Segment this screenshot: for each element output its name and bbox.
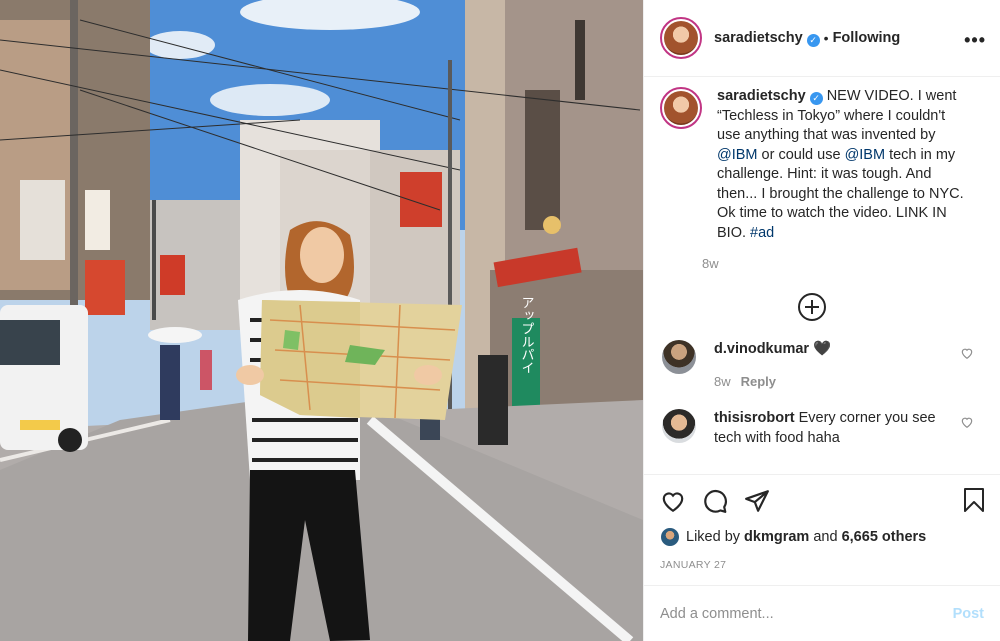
mention-link[interactable]: @IBM — [845, 147, 886, 163]
commenter-username[interactable]: d.vinodkumar — [714, 341, 809, 357]
username-text[interactable]: saradietschy — [714, 30, 803, 46]
shop-sign-text: アップルパイ — [519, 296, 535, 374]
following-button[interactable]: Following — [833, 30, 901, 46]
action-icons-row — [660, 475, 984, 527]
comment-item: thisisrobort Every corner you see tech w… — [660, 409, 984, 448]
post-date[interactable]: JANUARY 27 — [660, 559, 984, 571]
comment-bubble-icon[interactable] — [702, 488, 728, 514]
commenter-avatar[interactable] — [662, 340, 696, 374]
liker-avatar[interactable] — [660, 527, 680, 547]
liker-username[interactable]: dkmgram — [744, 529, 809, 545]
street-photo-illustration: アップルパイ — [0, 0, 643, 641]
header-separator: • — [823, 30, 829, 46]
author-avatar[interactable] — [660, 17, 702, 59]
like-comment-icon[interactable] — [960, 415, 974, 429]
mention-link[interactable]: @IBM — [717, 147, 758, 163]
post-actions: Liked by dkmgram and 6,665 others JANUAR… — [644, 474, 1000, 585]
more-options-icon[interactable]: ••• — [964, 30, 986, 51]
post-comment-button[interactable]: Post — [953, 606, 984, 622]
share-send-icon[interactable] — [744, 488, 770, 514]
comment-item: d.vinodkumar 🖤 8w Reply — [660, 340, 984, 391]
author-username[interactable]: saradietschy ✓ — [714, 30, 820, 47]
likes-summary: Liked by dkmgram and 6,665 others — [660, 527, 984, 547]
comment-input[interactable] — [660, 605, 953, 622]
commenter-avatar[interactable] — [662, 409, 696, 443]
comment-text: d.vinodkumar 🖤 — [714, 340, 954, 360]
like-comment-icon[interactable] — [960, 346, 974, 360]
caption-text: saradietschy ✓ NEW VIDEO. I went “Techles… — [717, 87, 967, 243]
comment-text: thisisrobort Every corner you see tech w… — [714, 409, 954, 448]
post-caption: saradietschy ✓ NEW VIDEO. I went “Techles… — [660, 87, 984, 271]
commenter-username[interactable]: thisisrobort — [714, 410, 795, 426]
instagram-post: アップルパイ saradietschy ✓ • Following ••• sa… — [0, 0, 1000, 641]
verified-badge-icon: ✓ — [809, 92, 823, 105]
reply-button[interactable]: Reply — [741, 374, 776, 389]
caption-timestamp[interactable]: 8w — [702, 256, 967, 271]
comment-meta: 8w Reply — [714, 372, 954, 392]
comment-content: 🖤 — [813, 341, 832, 357]
caption-part: or could use — [757, 146, 845, 163]
likes-prefix: Liked by — [686, 529, 741, 545]
comment-timestamp[interactable]: 8w — [714, 374, 731, 389]
avatar-image — [664, 91, 698, 125]
add-comment-bar: Post — [644, 585, 1000, 641]
caption-username[interactable]: saradietschy — [717, 88, 806, 104]
post-side-panel: saradietschy ✓ • Following ••• saradietsc… — [643, 0, 1000, 641]
likes-conj: and — [813, 529, 838, 545]
hashtag-link[interactable]: #ad — [750, 225, 774, 241]
save-bookmark-icon[interactable] — [962, 487, 986, 513]
verified-badge-icon: ✓ — [806, 33, 820, 47]
load-more-comments-icon[interactable] — [798, 293, 826, 321]
avatar-image — [664, 21, 698, 55]
likes-others-count[interactable]: 6,665 others — [842, 529, 927, 545]
comments-section: saradietschy ✓ NEW VIDEO. I went “Techles… — [644, 77, 1000, 474]
caption-author-avatar[interactable] — [660, 87, 702, 129]
post-photo[interactable]: アップルパイ — [0, 0, 643, 641]
like-heart-icon[interactable] — [660, 488, 686, 514]
post-header: saradietschy ✓ • Following ••• — [644, 0, 1000, 77]
